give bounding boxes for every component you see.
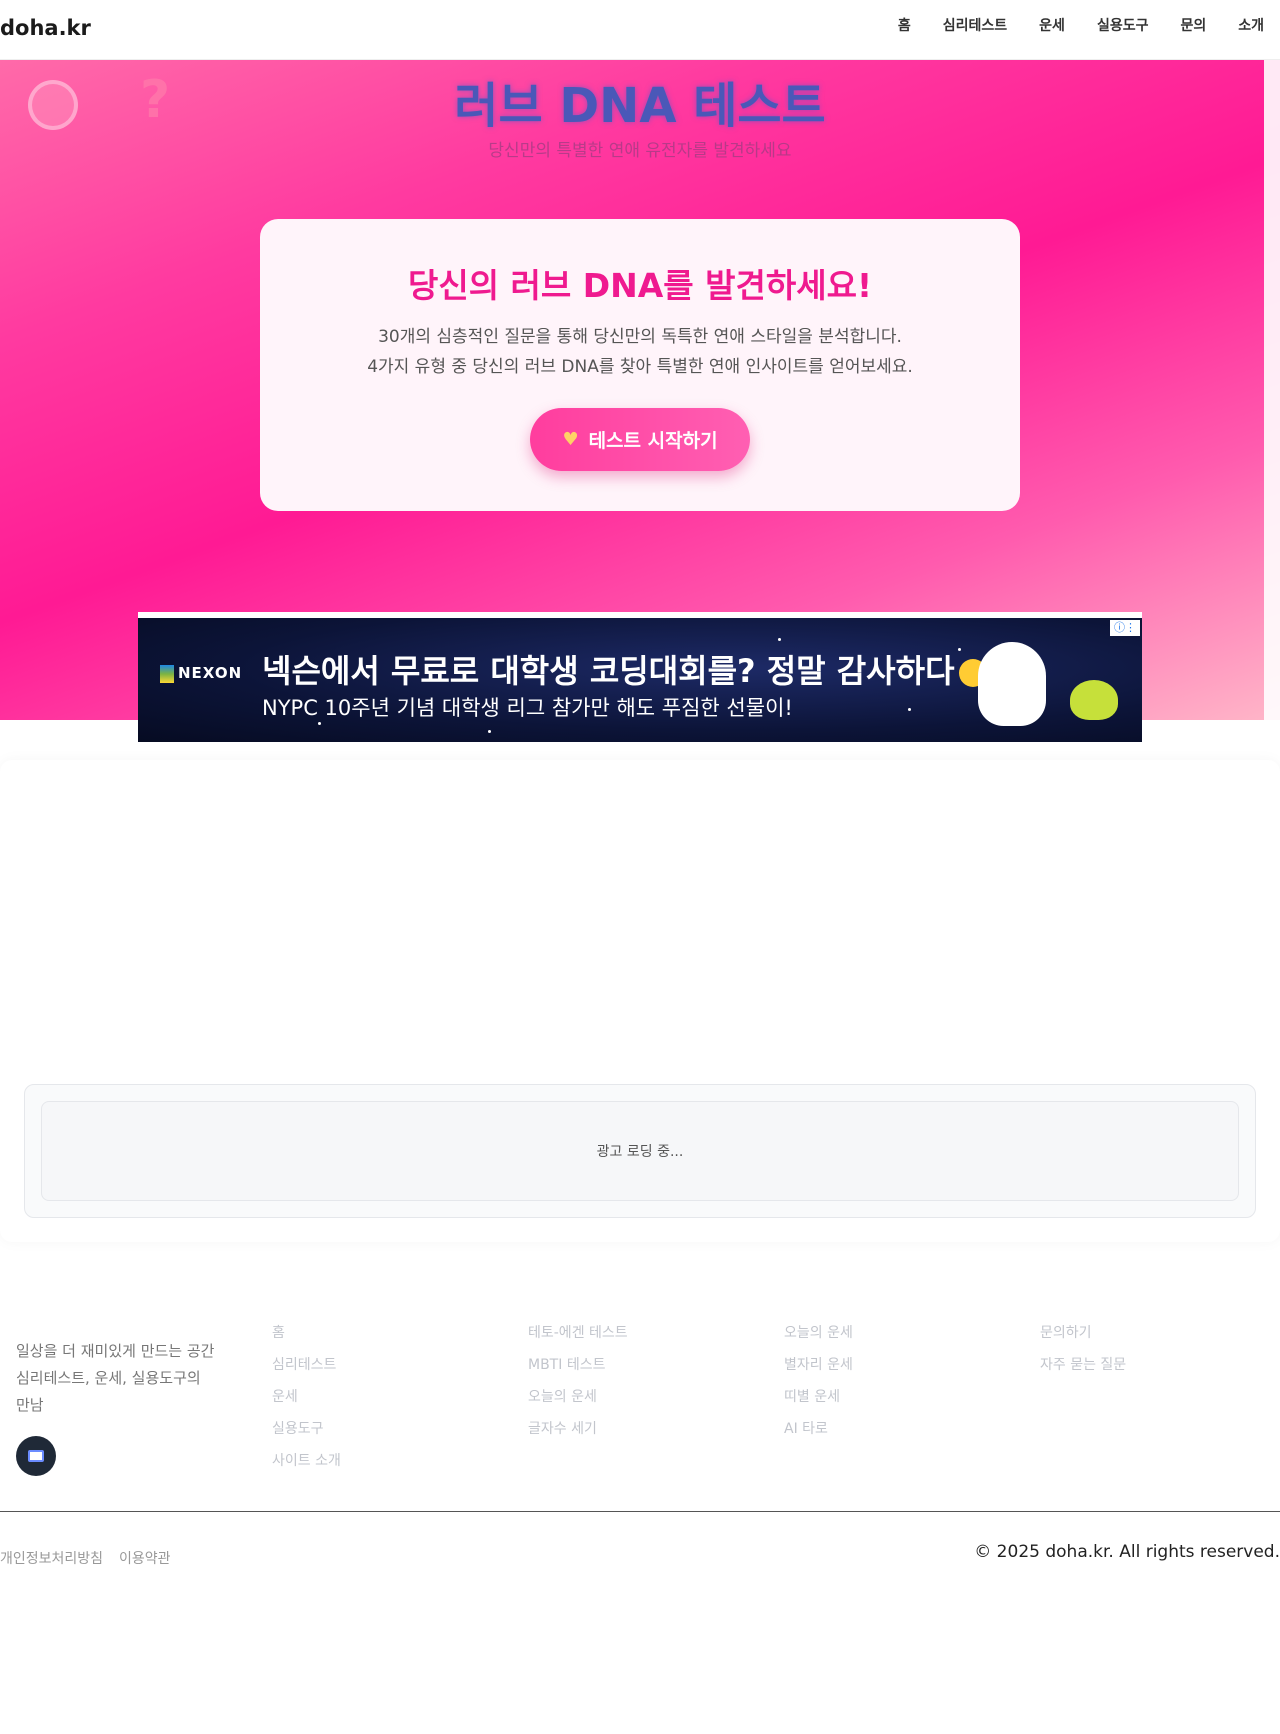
ad-headline: 넥슨에서 무료로 대학생 코딩대회를? 정말 감사하다 bbox=[262, 646, 987, 692]
terms-link[interactable]: 이용약관 bbox=[119, 1548, 171, 1568]
nav-item-contact[interactable]: 문의 bbox=[1180, 15, 1206, 35]
intro-card-description: 30개의 심층적인 질문을 통해 당신만의 독특한 연애 스타일을 분석합니다.… bbox=[260, 322, 1020, 382]
footer-link[interactable]: 실용도구 bbox=[272, 1418, 341, 1437]
language-badge-icon[interactable] bbox=[16, 1436, 56, 1476]
intro-card: 당신의 러브 DNA를 발견하세요! 30개의 심층적인 질문을 통해 당신만의… bbox=[260, 219, 1020, 511]
footer-link[interactable]: 운세 bbox=[272, 1386, 341, 1405]
site-logo[interactable]: doha.kr bbox=[0, 16, 91, 40]
start-test-button[interactable]: ♥ 테스트 시작하기 bbox=[530, 408, 750, 471]
mascot-character-icon bbox=[978, 642, 1046, 726]
privacy-policy-link[interactable]: 개인정보처리방침 bbox=[0, 1548, 103, 1568]
flag-icon bbox=[28, 1450, 44, 1462]
slime-character-icon bbox=[1070, 680, 1118, 720]
heart-icon: ♥ bbox=[562, 429, 579, 450]
footer-link[interactable]: 사이트 소개 bbox=[272, 1450, 341, 1469]
footer-link[interactable]: AI 타로 bbox=[784, 1418, 853, 1437]
legal-links: 개인정보처리방침 이용약관 bbox=[0, 1548, 171, 1568]
footer-link[interactable]: 문의하기 bbox=[1040, 1322, 1126, 1341]
content-panel: 광고 로딩 중... bbox=[0, 760, 1280, 1242]
nav-item-psych-test[interactable]: 심리테스트 bbox=[943, 15, 1007, 35]
intro-line-1: 30개의 심층적인 질문을 통해 당신만의 독특한 연애 스타일을 분석합니다. bbox=[378, 327, 902, 347]
ad-slot: 광고 로딩 중... bbox=[24, 1084, 1256, 1218]
site-header: doha.kr 홈 심리테스트 운세 실용도구 문의 소개 bbox=[0, 0, 1280, 60]
footer-link[interactable]: 테토-에겐 테스트 bbox=[528, 1322, 628, 1341]
nav-item-about[interactable]: 소개 bbox=[1238, 15, 1264, 35]
nav-item-fortune[interactable]: 운세 bbox=[1039, 15, 1065, 35]
footer-link[interactable]: 띠별 운세 bbox=[784, 1386, 853, 1405]
footer-link[interactable]: 오늘의 운세 bbox=[784, 1322, 853, 1341]
footer-column-main: 홈 심리테스트 운세 실용도구 사이트 소개 bbox=[272, 1322, 341, 1482]
start-test-button-label: 테스트 시작하기 bbox=[588, 430, 718, 452]
footer-column-tests: 테토-에겐 테스트 MBTI 테스트 오늘의 운세 글자수 세기 bbox=[528, 1322, 628, 1450]
ad-banner-creative[interactable]: ⓘ⋮ NEXON 넥슨에서 무료로 대학생 코딩대회를? 정말 감사하다 NYP… bbox=[138, 618, 1142, 742]
nexon-mark-icon bbox=[160, 664, 174, 683]
footer-link[interactable]: 글자수 세기 bbox=[528, 1418, 628, 1437]
ad-banner[interactable]: ⓘ⋮ NEXON 넥슨에서 무료로 대학생 코딩대회를? 정말 감사하다 NYP… bbox=[138, 612, 1142, 742]
footer-link[interactable]: 홈 bbox=[272, 1322, 341, 1341]
copyright-text: © 2025 doha.kr. All rights reserved. bbox=[974, 1542, 1280, 1562]
footer-link[interactable]: MBTI 테스트 bbox=[528, 1354, 628, 1373]
footer-link[interactable]: 심리테스트 bbox=[272, 1354, 341, 1373]
site-footer: 일상을 더 재미있게 만드는 공간 심리테스트, 운세, 실용도구의 만남 홈 … bbox=[0, 1300, 1280, 1734]
footer-link[interactable]: 별자리 운세 bbox=[784, 1354, 853, 1373]
footer-link[interactable]: 오늘의 운세 bbox=[528, 1386, 628, 1405]
nav-item-home[interactable]: 홈 bbox=[898, 15, 911, 35]
nexon-logo: NEXON bbox=[160, 664, 242, 683]
footer-column-fortune: 오늘의 운세 별자리 운세 띠별 운세 AI 타로 bbox=[784, 1322, 853, 1450]
page-title: 러브 DNA 테스트 bbox=[454, 78, 826, 134]
page-subtitle: 당신만의 특별한 연애 유전자를 발견하세요 bbox=[488, 141, 792, 161]
intro-card-title: 당신의 러브 DNA를 발견하세요! bbox=[407, 266, 873, 305]
adchoices-icon[interactable]: ⓘ⋮ bbox=[1110, 620, 1140, 636]
intro-line-2: 4가지 유형 중 당신의 러브 DNA를 찾아 특별한 연애 인사이트를 얻어보… bbox=[367, 357, 913, 377]
footer-divider bbox=[0, 1511, 1280, 1512]
main-nav: 홈 심리테스트 운세 실용도구 문의 소개 bbox=[898, 15, 1264, 35]
nav-item-tools[interactable]: 실용도구 bbox=[1097, 15, 1149, 35]
footer-column-support: 문의하기 자주 묻는 질문 bbox=[1040, 1322, 1126, 1386]
ad-subline: NYPC 10주년 기념 대학생 리그 참가만 해도 푸짐한 선물이! bbox=[262, 696, 793, 720]
footer-tagline: 일상을 더 재미있게 만드는 공간 심리테스트, 운세, 실용도구의 만남 bbox=[16, 1342, 215, 1414]
footer-link[interactable]: 자주 묻는 질문 bbox=[1040, 1354, 1126, 1373]
ad-loading-placeholder: 광고 로딩 중... bbox=[41, 1101, 1239, 1201]
